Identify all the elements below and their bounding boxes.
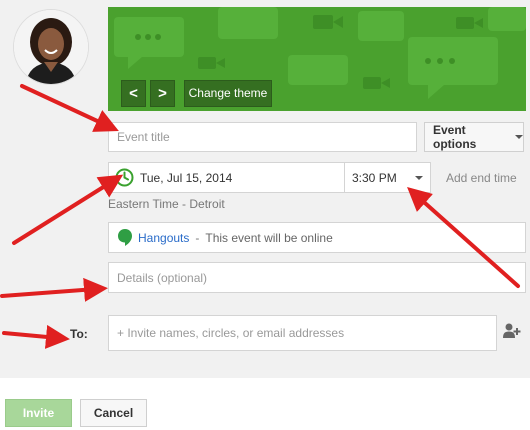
invite-guests-input[interactable] [117,326,496,340]
change-theme-button[interactable]: Change theme [184,80,272,107]
theme-banner: < > Change theme [108,7,526,111]
user-avatar [14,10,88,84]
event-title-field[interactable] [108,122,417,152]
next-theme-button[interactable]: > [150,80,175,107]
details-field[interactable] [108,262,526,293]
invite-guests-field[interactable] [108,315,497,351]
details-input[interactable] [117,270,525,285]
add-end-time-link[interactable]: Add end time [446,171,517,185]
event-options-button[interactable]: Event options [424,122,524,152]
hangouts-description: This event will be online [205,230,333,245]
clock-icon [115,168,134,187]
hangouts-separator: - [195,230,200,245]
add-person-icon[interactable] [503,323,521,339]
invite-button[interactable]: Invite [5,399,72,427]
date-value: Tue, Jul 15, 2014 [140,170,233,185]
to-label: To: [70,327,88,341]
date-field[interactable]: Tue, Jul 15, 2014 [108,162,345,193]
time-select[interactable]: 3:30 PM [344,162,431,193]
chevron-down-icon [415,176,423,180]
event-options-label: Event options [433,123,477,151]
previous-theme-button[interactable]: < [121,80,146,107]
avatar-image [14,10,88,84]
hangouts-icon [118,229,132,246]
hangouts-link[interactable]: Hangouts [138,231,189,245]
timezone-label: Eastern Time - Detroit [108,197,225,211]
hangouts-field: Hangouts - This event will be online [108,222,526,253]
chevron-down-icon [515,135,523,139]
time-value: 3:30 PM [352,170,397,185]
cancel-button[interactable]: Cancel [80,399,147,427]
event-title-input[interactable] [117,130,416,144]
